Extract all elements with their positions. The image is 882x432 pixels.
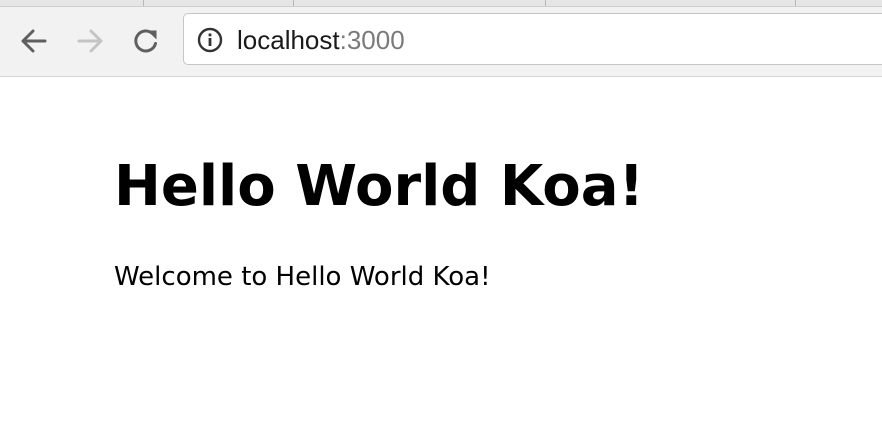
arrow-left-icon	[21, 29, 47, 53]
tab-divider	[143, 0, 144, 6]
info-icon[interactable]	[197, 27, 223, 53]
tab-divider	[293, 0, 294, 6]
url-port: :3000	[339, 25, 405, 55]
page-paragraph: Welcome to Hello World Koa!	[114, 262, 491, 292]
back-button[interactable]	[14, 21, 54, 61]
reload-button[interactable]	[126, 21, 166, 61]
forward-button[interactable]	[70, 21, 110, 61]
tab-divider	[795, 0, 796, 6]
tab-strip	[0, 0, 882, 7]
url-host: localhost	[237, 25, 340, 55]
page-viewport	[0, 77, 882, 432]
page-heading: Hello World Koa!	[114, 154, 645, 219]
address-bar[interactable]: localhost:3000	[183, 13, 882, 65]
url-text[interactable]: localhost:3000	[237, 26, 405, 54]
arrow-right-icon	[77, 29, 103, 53]
tab-divider	[545, 0, 546, 6]
browser-toolbar: localhost:3000	[0, 7, 882, 77]
reload-icon	[134, 29, 157, 53]
